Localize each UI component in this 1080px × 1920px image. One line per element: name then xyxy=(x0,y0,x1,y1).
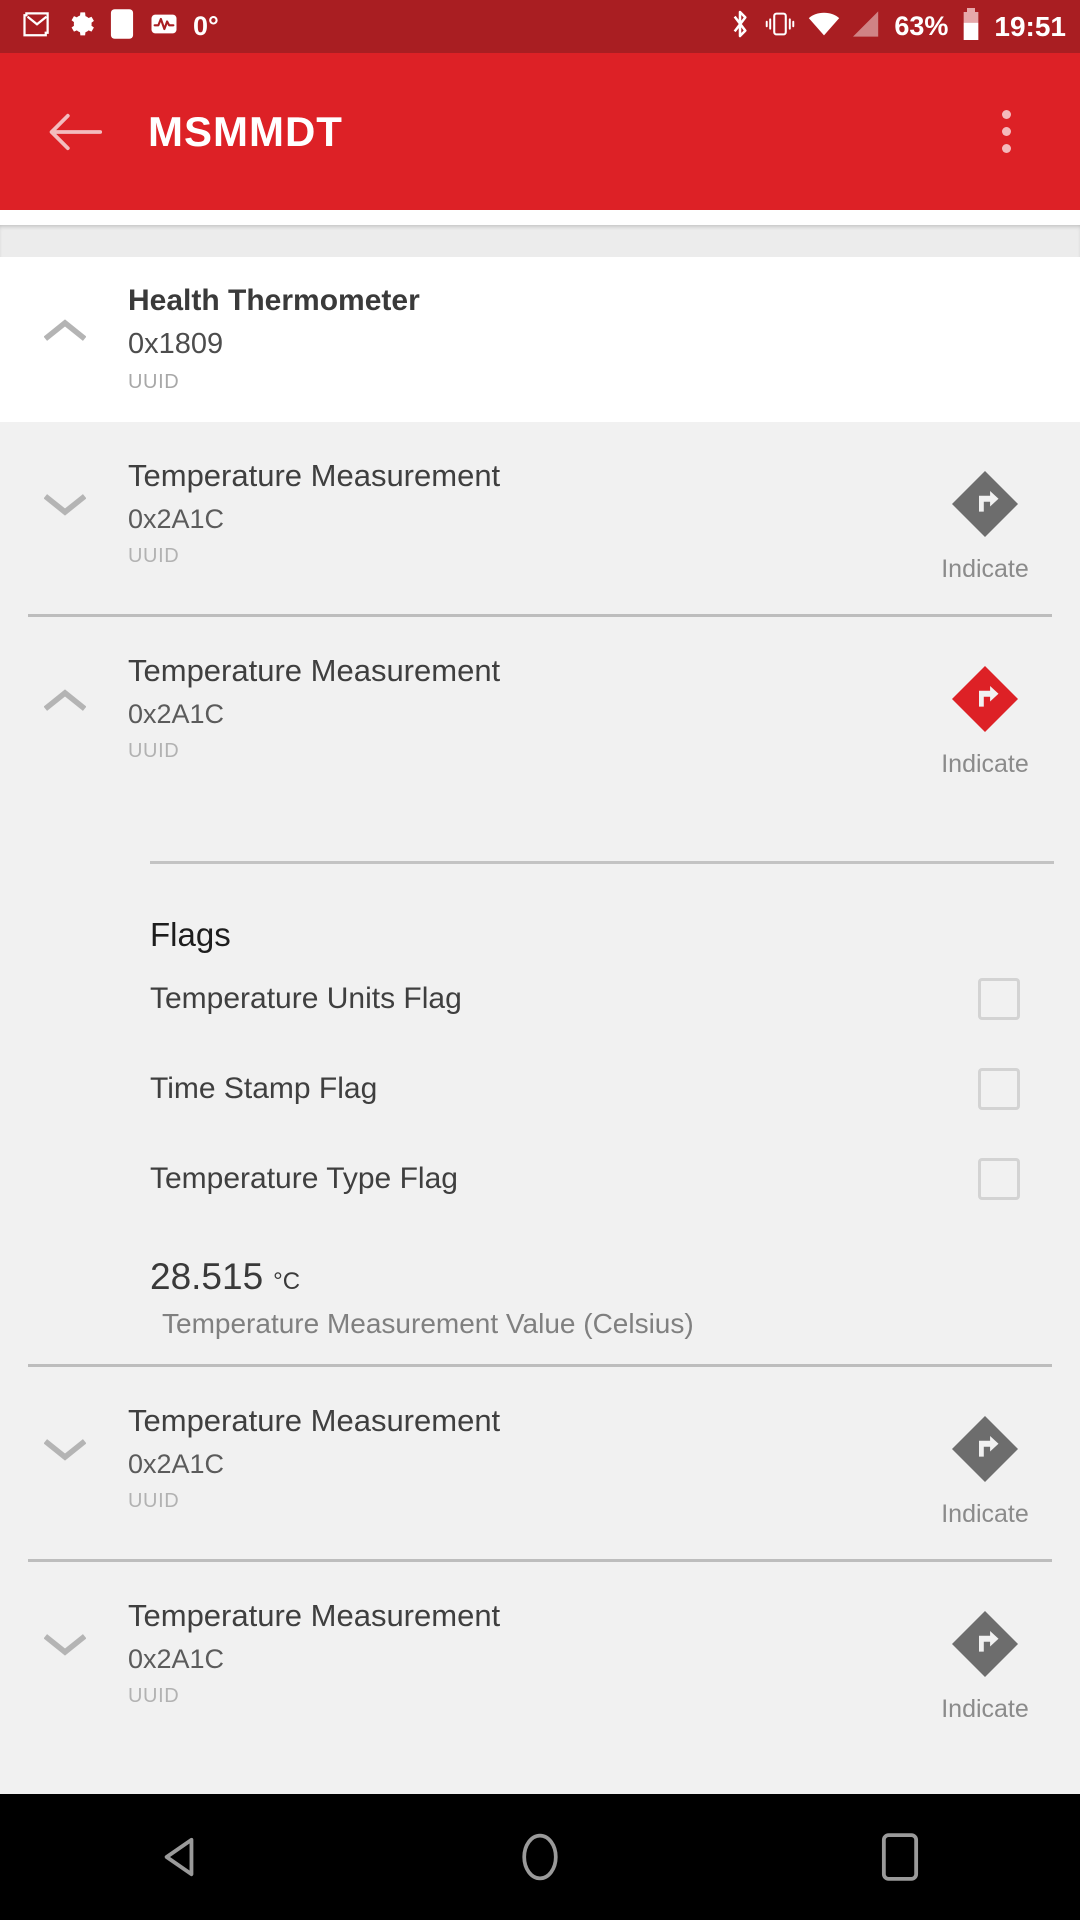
app-bar: MSMMDT xyxy=(0,53,1080,210)
page-title: MSMMDT xyxy=(148,107,343,155)
characteristic-uuid: 0x2A1C xyxy=(128,504,225,535)
wifi-icon xyxy=(808,11,840,42)
indicate-arrow-icon xyxy=(949,663,1021,740)
indicate-property-label: Indicate xyxy=(941,555,1029,584)
vibrate-icon xyxy=(765,9,795,44)
indicate-property-label: Indicate xyxy=(941,750,1029,779)
characteristic-uuid-caption: UUID xyxy=(128,544,180,567)
indicate-property-button[interactable]: Indicate xyxy=(890,1598,1080,1724)
indicate-arrow-icon xyxy=(949,1608,1021,1685)
characteristic-uuid: 0x2A1C xyxy=(128,1644,225,1675)
chevron-down-icon xyxy=(44,1632,86,1672)
flag-label: Temperature Type Flag xyxy=(150,1162,458,1196)
characteristic-name: Temperature Measurement xyxy=(128,1598,501,1634)
chevron-down-icon xyxy=(44,492,86,532)
indicate-property-label: Indicate xyxy=(941,1695,1029,1724)
indicate-arrow-icon xyxy=(949,1413,1021,1490)
temperature-reading: 28.515 °C xyxy=(150,1256,1080,1298)
nav-back-icon[interactable] xyxy=(105,1794,255,1920)
characteristic-expand-toggle[interactable] xyxy=(0,458,128,532)
chevron-up-icon xyxy=(44,317,86,357)
nav-home-icon[interactable] xyxy=(465,1794,615,1920)
characteristic-uuid-caption: UUID xyxy=(128,1489,180,1512)
battery-percent-text: 63% xyxy=(894,11,949,41)
flag-label: Temperature Units Flag xyxy=(150,982,462,1016)
temperature-number: 28.515 xyxy=(150,1256,264,1298)
blank-notification-icon xyxy=(109,8,135,45)
system-navigation-bar xyxy=(0,1794,1080,1920)
indicate-property-button[interactable]: Indicate xyxy=(890,653,1080,779)
characteristic-list: Temperature Measurement 0x2A1C UUID Indi… xyxy=(0,422,1080,1755)
flag-row[interactable]: Temperature Units Flag xyxy=(150,954,1020,1044)
service-uuid: 0x1809 xyxy=(128,327,224,360)
characteristic-uuid-caption: UUID xyxy=(128,739,180,762)
indicate-arrow-icon xyxy=(949,468,1021,545)
service-header-row[interactable]: Health Thermometer 0x1809 UUID xyxy=(0,257,1080,423)
flag-checkbox[interactable] xyxy=(978,978,1020,1021)
settings-gear-icon xyxy=(66,10,95,44)
characteristic-name: Temperature Measurement xyxy=(128,653,501,689)
characteristic-info: Temperature Measurement 0x2A1C UUID xyxy=(128,653,890,762)
service-uuid-caption: UUID xyxy=(128,371,180,394)
characteristic-info: Temperature Measurement 0x2A1C UUID xyxy=(128,458,890,567)
flag-checkbox[interactable] xyxy=(978,1068,1020,1111)
gmail-icon xyxy=(22,9,52,44)
service-info: Health Thermometer 0x1809 UUID xyxy=(128,283,1080,394)
characteristic-row[interactable]: Temperature Measurement 0x2A1C UUID Indi… xyxy=(0,617,1080,779)
battery-icon xyxy=(961,8,981,45)
flag-row[interactable]: Time Stamp Flag xyxy=(150,1044,1020,1134)
overflow-menu-icon[interactable] xyxy=(976,90,1036,174)
characteristic-name: Temperature Measurement xyxy=(128,458,501,494)
flag-checkbox[interactable] xyxy=(978,1158,1020,1201)
content-area: Health Thermometer 0x1809 UUID Temperatu… xyxy=(0,210,1080,1755)
temperature-unit: °C xyxy=(273,1268,301,1296)
flag-label: Time Stamp Flag xyxy=(150,1072,378,1106)
phone-screen: 0° 63% 19:51 MSMMDT Health Thermometer 0… xyxy=(0,0,1080,1920)
characteristic-expand-toggle[interactable] xyxy=(0,1598,128,1672)
characteristic-detail-panel: Flags Temperature Units Flag Time Stamp … xyxy=(0,861,1080,1364)
characteristic-info: Temperature Measurement 0x2A1C UUID xyxy=(128,1403,890,1512)
characteristic-row[interactable]: Temperature Measurement 0x2A1C UUID Indi… xyxy=(0,1562,1080,1754)
service-name: Health Thermometer xyxy=(128,284,420,317)
characteristic-row[interactable]: Temperature Measurement 0x2A1C UUID Indi… xyxy=(0,422,1080,614)
status-bar-left: 0° xyxy=(22,8,219,45)
characteristic-expand-toggle[interactable] xyxy=(0,1403,128,1477)
activity-monitor-icon xyxy=(149,9,179,44)
clock-text: 19:51 xyxy=(994,10,1066,42)
ambient-temperature-text: 0° xyxy=(193,11,219,41)
characteristic-info: Temperature Measurement 0x2A1C UUID xyxy=(128,1598,890,1707)
characteristic-name: Temperature Measurement xyxy=(128,1403,501,1439)
scroll-shadow-strip xyxy=(0,225,1080,257)
chevron-down-icon xyxy=(44,1437,86,1477)
flag-row[interactable]: Temperature Type Flag xyxy=(150,1134,1020,1224)
chevron-up-icon xyxy=(44,687,86,727)
service-expand-toggle[interactable] xyxy=(0,283,128,357)
content-top-spacer xyxy=(0,210,1080,225)
characteristic-uuid-caption: UUID xyxy=(128,1684,180,1707)
indicate-property-button[interactable]: Indicate xyxy=(890,458,1080,584)
characteristic-uuid: 0x2A1C xyxy=(128,699,225,730)
detail-divider xyxy=(150,861,1054,865)
bluetooth-icon xyxy=(728,8,752,45)
indicate-property-label: Indicate xyxy=(941,1500,1029,1529)
cellular-signal-icon xyxy=(853,11,881,42)
nav-recents-icon[interactable] xyxy=(825,1794,975,1920)
characteristic-expand-toggle[interactable] xyxy=(0,653,128,727)
flags-heading: Flags xyxy=(150,916,231,954)
indicate-property-button[interactable]: Indicate xyxy=(890,1403,1080,1529)
back-arrow-icon[interactable] xyxy=(44,101,106,163)
status-bar-right: 63% 19:51 xyxy=(728,8,1066,45)
temperature-value-block: 28.515 °C Temperature Measurement Value … xyxy=(150,1256,1080,1340)
status-bar: 0° 63% 19:51 xyxy=(0,0,1080,53)
characteristic-uuid: 0x2A1C xyxy=(128,1449,225,1480)
characteristic-row[interactable]: Temperature Measurement 0x2A1C UUID Indi… xyxy=(0,1367,1080,1559)
temperature-value-caption: Temperature Measurement Value (Celsius) xyxy=(162,1308,694,1340)
